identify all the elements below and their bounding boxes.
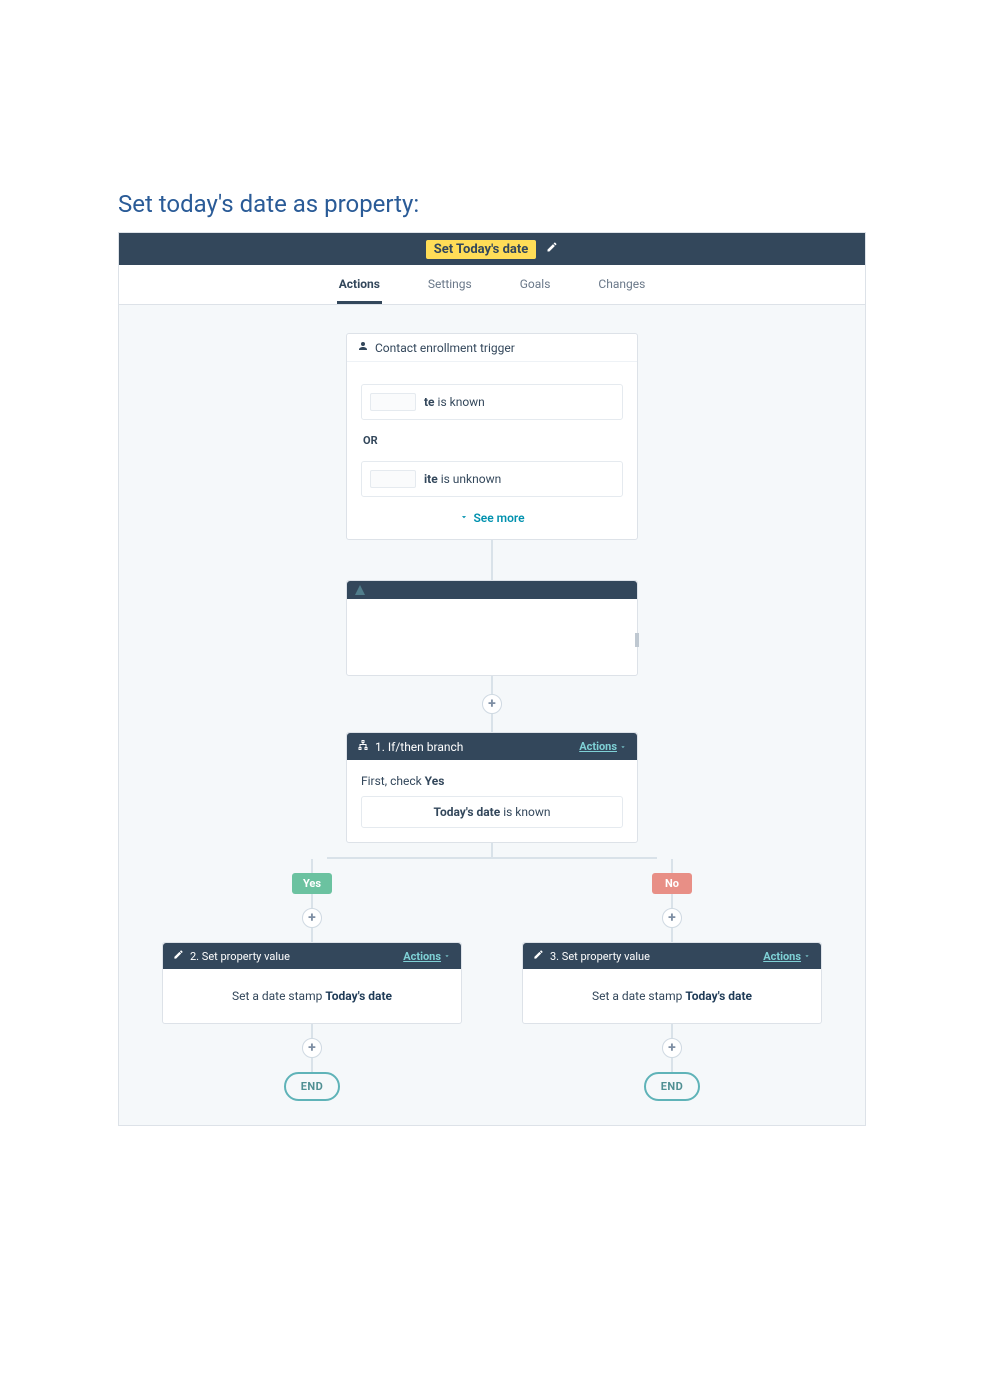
add-step-button[interactable]: + <box>662 1038 682 1058</box>
contact-icon <box>357 340 369 355</box>
tab-goals[interactable]: Goals <box>518 265 553 304</box>
enrollment-condition-2[interactable]: ite is unknown <box>361 461 623 497</box>
card-title: 3. Set property value <box>550 950 650 963</box>
card-title: 2. Set property value <box>190 950 290 963</box>
condition-text: ite is unknown <box>424 472 501 486</box>
condition-text: te is known <box>424 395 485 409</box>
set-property-card-right[interactable]: 3. Set property value Actions Set a date… <box>522 942 822 1024</box>
connector-line <box>491 676 493 694</box>
caret-down-icon <box>803 952 811 960</box>
sitemap-icon <box>357 739 369 754</box>
chevron-down-icon <box>459 511 469 525</box>
branch-actions-menu[interactable]: Actions <box>579 740 627 753</box>
add-step-button[interactable]: + <box>482 694 502 714</box>
edit-icon <box>533 949 544 963</box>
branch-no-badge: No <box>652 873 692 894</box>
connector-line <box>491 714 493 732</box>
add-step-button[interactable]: + <box>662 908 682 928</box>
enrollment-trigger-title: Contact enrollment trigger <box>375 341 515 355</box>
workflow-title[interactable]: Set Today's date <box>426 240 537 259</box>
card-body: Set a date stamp Today's date <box>523 969 821 1023</box>
pencil-icon[interactable] <box>546 241 558 257</box>
editor-header: Set Today's date <box>119 233 865 265</box>
enrollment-condition-1[interactable]: te is known <box>361 384 623 420</box>
branch-yes-badge: Yes <box>292 873 332 894</box>
page-heading: Set today's date as property: <box>0 190 984 232</box>
card-body <box>347 599 637 675</box>
add-step-button[interactable]: + <box>302 1038 322 1058</box>
tab-actions[interactable]: Actions <box>337 265 382 304</box>
end-node: END <box>644 1072 700 1101</box>
branch-yes-column: Yes + 2. Set property value <box>162 859 462 1101</box>
condition-chip <box>370 393 416 411</box>
set-property-card-left[interactable]: 2. Set property value Actions Set a date… <box>162 942 462 1024</box>
end-node: END <box>284 1072 340 1101</box>
branch-split: Yes + 2. Set property value <box>162 843 822 1101</box>
caret-down-icon <box>619 743 627 751</box>
tab-settings[interactable]: Settings <box>426 265 474 304</box>
editor-tabs: Actions Settings Goals Changes <box>119 265 865 305</box>
branch-card[interactable]: 1. If/then branch Actions First, check Y… <box>346 732 638 843</box>
see-more-link[interactable]: See more <box>361 505 623 525</box>
connector-line <box>491 540 493 580</box>
workflow-editor: Set Today's date Actions Settings Goals … <box>118 232 866 1126</box>
branch-title: 1. If/then branch <box>375 740 463 754</box>
edit-icon <box>173 949 184 963</box>
tab-changes[interactable]: Changes <box>596 265 647 304</box>
workflow-canvas[interactable]: Contact enrollment trigger te is known O… <box>119 305 865 1125</box>
card-actions-menu[interactable]: Actions <box>403 950 451 963</box>
branch-no-column: No + 3. Set property value <box>522 859 822 1101</box>
enrollment-trigger-card[interactable]: Contact enrollment trigger te is known O… <box>346 333 638 540</box>
add-step-button[interactable]: + <box>302 908 322 928</box>
branch-condition[interactable]: Today's date is known <box>361 796 623 828</box>
card-actions-menu[interactable]: Actions <box>763 950 811 963</box>
workflow-step-card[interactable] <box>346 580 638 676</box>
condition-chip <box>370 470 416 488</box>
card-body: Set a date stamp Today's date <box>163 969 461 1023</box>
branch-first-check: First, check Yes <box>361 774 623 788</box>
caret-down-icon <box>443 952 451 960</box>
card-header <box>347 581 637 599</box>
or-label: OR <box>361 428 623 453</box>
